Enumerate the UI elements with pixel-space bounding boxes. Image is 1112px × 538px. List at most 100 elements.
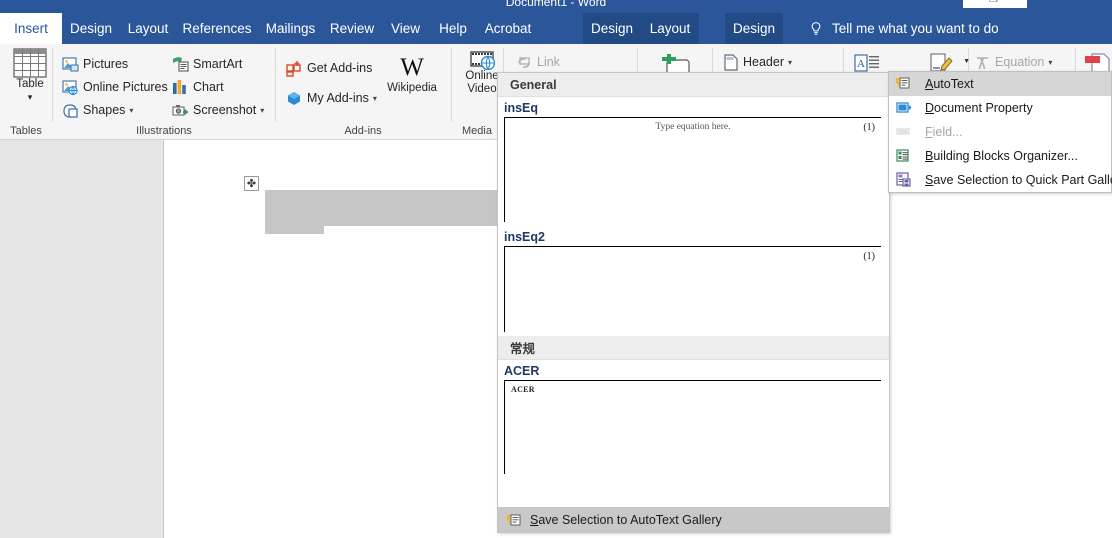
gallery-entry-preview[interactable]: Type equation here. (1) <box>504 117 881 222</box>
screenshot-button-caret-icon[interactable]: ▾ <box>260 106 264 115</box>
quick-parts-menu: AutoText Document Property Field... Buildin… <box>888 71 1112 193</box>
menu-item-autotext[interactable]: AutoText <box>889 72 1111 96</box>
ribbon-group-separator <box>275 48 276 122</box>
shapes-button-caret-icon[interactable]: ▾ <box>129 106 133 115</box>
table-button[interactable]: Table ▾ <box>6 48 54 104</box>
menu-item-field: Field... <box>889 120 1111 144</box>
title-bar: Document1 - Word ❐ <box>0 0 1112 13</box>
my-add-ins-button-caret-icon[interactable]: ▾ <box>373 94 377 103</box>
pictures-icon <box>62 56 79 71</box>
tab-references-3[interactable]: References <box>176 13 258 44</box>
equation-icon <box>977 56 988 69</box>
chart-button[interactable]: Chart <box>172 77 224 97</box>
tab-review-5[interactable]: Review <box>323 13 381 44</box>
get-add-ins-icon <box>286 60 301 77</box>
header-icon <box>724 53 738 71</box>
link-icon <box>518 56 530 68</box>
save-selection-to-autotext-gallery[interactable]: Save Selection to AutoText Gallery <box>498 507 889 532</box>
menu-item-save-to-quick-part-rest: ave Selection to Quick Part Gallery. <box>933 173 1112 187</box>
chart-button-label: Chart <box>193 80 224 94</box>
my-add-ins-button[interactable]: My Add-ins ▾ <box>286 88 377 108</box>
tab-label: Mailings <box>265 21 316 36</box>
header-button-label: Header <box>743 55 784 69</box>
equation-placeholder-text: Type equation here. <box>655 122 731 132</box>
gallery-category-header: General <box>498 73 889 97</box>
gallery-entry-preview[interactable]: ACER <box>504 380 881 474</box>
chart-icon <box>173 79 186 94</box>
screenshot-button-label: Screenshot <box>193 103 257 117</box>
autotext-icon <box>507 514 521 525</box>
header-button-caret-icon[interactable]: ▾ <box>788 58 792 67</box>
online-pictures-button-label: Online Pictures <box>83 80 168 94</box>
shapes-button[interactable]: Shapes ▾ <box>62 100 133 120</box>
autotext-icon <box>895 75 915 93</box>
ribbon-group-label-media: Media <box>462 125 492 137</box>
menu-item-building-blocks[interactable]: Building Blocks Organizer... <box>889 144 1111 168</box>
svg-text:W: W <box>400 54 424 81</box>
tab-acrobat-8[interactable]: Acrobat <box>476 13 540 44</box>
screenshot-button[interactable]: Screenshot ▾ <box>172 100 264 120</box>
menu-item-document-property-label: Document Property <box>925 101 1033 115</box>
tab-design-1[interactable]: Design <box>62 13 120 44</box>
restore-window-icon[interactable]: ❐ <box>989 0 998 7</box>
tab-help-7[interactable]: Help <box>430 13 476 44</box>
tab-design-contextual-9[interactable]: Design <box>583 13 641 44</box>
table-icon <box>13 48 47 78</box>
gallery-entry-name: insEq <box>504 101 539 115</box>
smartart-icon <box>173 56 189 72</box>
ribbon-group-label-illustrations: Illustrations <box>136 125 192 137</box>
menu-item-field-rest: ield... <box>932 125 963 139</box>
signature-caret-icon[interactable]: ▼ <box>963 58 970 65</box>
table-move-handle[interactable]: ✤ <box>244 176 259 191</box>
window-title: Document1 - Word <box>505 0 607 9</box>
gallery-category-header: 常规 <box>498 336 889 360</box>
tab-label: Layout <box>127 21 169 36</box>
gallery-entry-name: ACER <box>504 364 540 378</box>
tell-me-box[interactable]: Tell me what you want to do <box>808 13 999 44</box>
equation-button-caret-icon[interactable]: ▾ <box>1048 58 1052 67</box>
wikipedia-label: Wikipedia <box>387 82 437 94</box>
window-controls[interactable]: ❐ <box>963 0 1027 8</box>
menu-item-building-blocks-rest: uilding Blocks Organizer... <box>933 149 1078 163</box>
menu-item-document-property[interactable]: Document Property <box>889 96 1111 120</box>
pictures-button[interactable]: Pictures <box>62 54 128 74</box>
tab-label: Acrobat <box>484 21 532 36</box>
smartart-button[interactable]: SmartArt <box>172 54 242 74</box>
tab-mailings-4[interactable]: Mailings <box>258 13 323 44</box>
equation-number: (1) <box>863 122 875 133</box>
header-button[interactable]: Header ▾ <box>722 52 792 72</box>
entry-body-text: ACER <box>511 385 535 394</box>
link-button-label: Link <box>537 55 560 69</box>
tab-label: Design <box>69 21 113 36</box>
selected-table-cell-2[interactable] <box>265 226 324 234</box>
wikipedia-button[interactable]: W Wikipedia <box>380 52 444 95</box>
building-blocks-icon <box>896 149 909 162</box>
online-pictures-icon <box>62 79 78 95</box>
wikipedia-icon: W <box>400 54 424 81</box>
building-blocks-icon <box>895 147 915 165</box>
smartart-button-label: SmartArt <box>193 57 243 71</box>
menu-item-autotext-rest: utoText <box>933 77 974 91</box>
shapes-button-label: Shapes <box>83 103 126 117</box>
document-property-icon <box>895 99 915 117</box>
tab-view-6[interactable]: View <box>381 13 430 44</box>
document-property-icon <box>896 102 913 113</box>
gallery-entry-preview[interactable]: (1) <box>504 246 881 332</box>
online-pictures-button[interactable]: Online Pictures <box>62 77 168 97</box>
tab-insert-0[interactable]: Insert <box>0 13 62 44</box>
get-add-ins-button[interactable]: Get Add-ins <box>286 58 372 78</box>
shapes-icon <box>63 103 78 118</box>
menu-item-save-to-quick-part[interactable]: Save Selection to Quick Part Gallery. <box>889 168 1112 192</box>
equation-button-label: Equation <box>995 55 1045 69</box>
ribbon-group-label-add-ins: Add-ins <box>344 125 382 137</box>
menu-item-field-label: Field... <box>925 125 963 139</box>
tab-design-contextual-11[interactable]: Design <box>725 13 783 44</box>
tab-layout-2[interactable]: Layout <box>120 13 176 44</box>
online-video-button-label: Online <box>465 70 499 82</box>
tab-label: Review <box>329 21 375 36</box>
tab-label: Insert <box>14 21 48 36</box>
tab-layout-contextual-10[interactable]: Layout <box>641 13 699 44</box>
tab-label: Design <box>590 21 634 36</box>
save-quick-part-icon <box>896 172 911 187</box>
ribbon-group-separator <box>451 48 452 122</box>
